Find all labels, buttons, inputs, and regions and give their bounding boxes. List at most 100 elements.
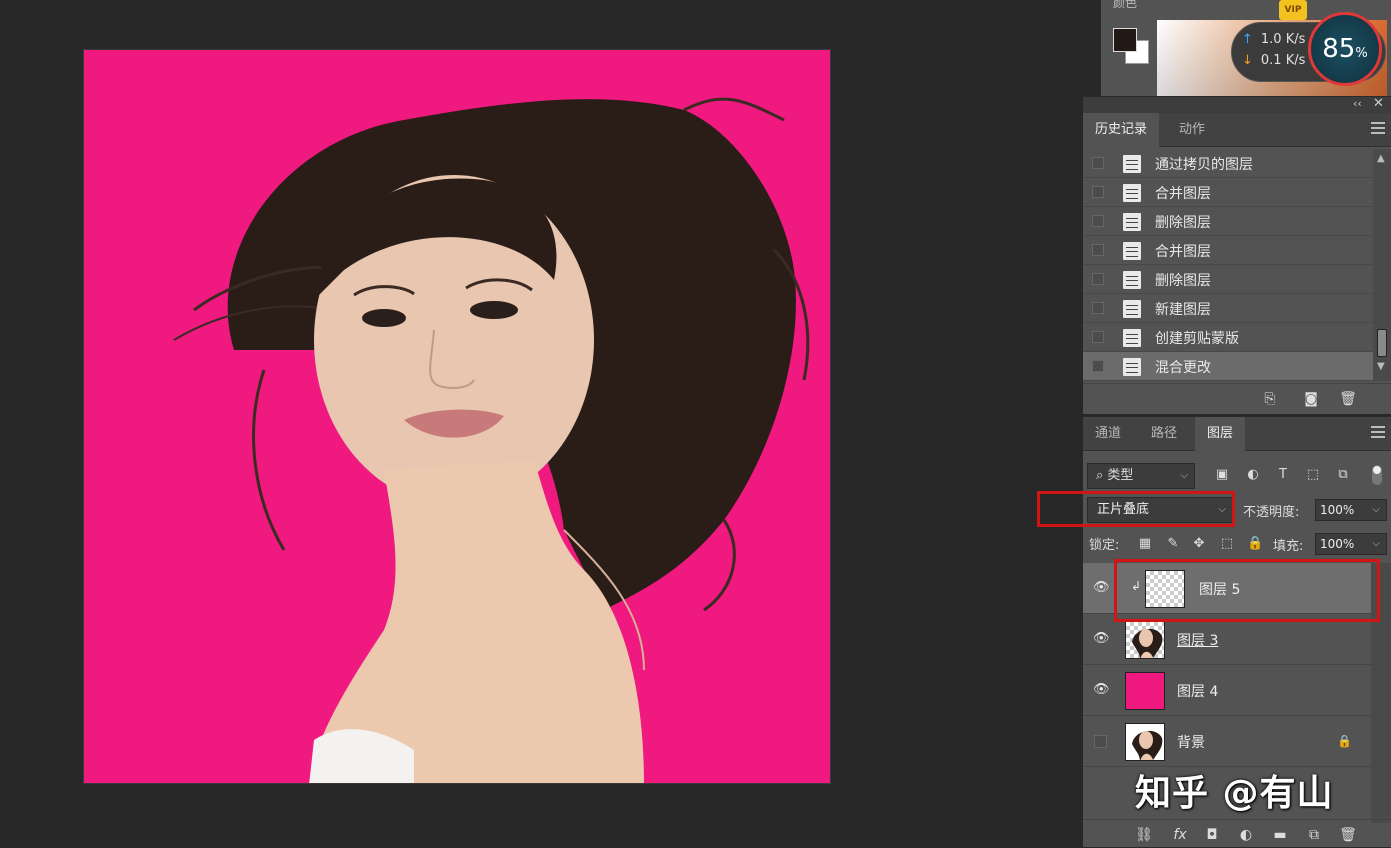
history-item-label: 新建图层 xyxy=(1155,302,1211,318)
watermark: 知乎 @有山 xyxy=(1135,773,1334,814)
adjustment-layer-icon[interactable]: ◐ xyxy=(1237,826,1255,844)
workspace xyxy=(0,0,1083,847)
document-icon xyxy=(1123,329,1141,347)
add-mask-icon[interactable]: ◘ xyxy=(1203,826,1221,844)
snapshot-checkbox[interactable] xyxy=(1092,244,1104,256)
trash-icon[interactable]: 🗑 xyxy=(1339,826,1357,844)
eye-icon[interactable]: 👁 xyxy=(1093,682,1110,698)
percent-sign: % xyxy=(1355,46,1368,61)
trash-icon[interactable]: 🗑 xyxy=(1339,390,1357,408)
collapse-icon[interactable]: ‹‹ xyxy=(1353,97,1362,110)
folder-icon[interactable]: ▬ xyxy=(1271,826,1289,844)
visibility-toggle[interactable] xyxy=(1094,735,1107,748)
download-speed: 0.1 K/s xyxy=(1260,53,1306,68)
memory-usage-circle[interactable]: 85% xyxy=(1308,12,1382,86)
new-document-from-state-icon[interactable]: ⎘ xyxy=(1261,390,1279,408)
layer-filter-select[interactable]: ⌕ 类型 ⌵ xyxy=(1087,463,1195,489)
document-canvas[interactable] xyxy=(83,49,831,784)
eye-icon[interactable]: 👁 xyxy=(1093,580,1110,596)
history-item[interactable]: 通过拷贝的图层 xyxy=(1083,149,1373,178)
layer-name[interactable]: 图层 3 xyxy=(1177,630,1218,650)
snapshot-checkbox[interactable] xyxy=(1092,302,1104,314)
tab-paths[interactable]: 路径 xyxy=(1139,417,1189,451)
color-panel-tab[interactable]: 颜色 xyxy=(1113,0,1137,11)
camera-icon[interactable]: ◙ xyxy=(1302,390,1320,408)
history-footer: ⎘ ◙ 🗑 xyxy=(1083,383,1391,415)
image-filter-icon[interactable]: ▣ xyxy=(1214,467,1230,483)
filter-toggle[interactable] xyxy=(1372,465,1382,485)
new-layer-icon[interactable]: ⧉ xyxy=(1305,826,1323,844)
adjustment-filter-icon[interactable]: ◐ xyxy=(1245,467,1261,483)
history-item[interactable]: 新建图层 xyxy=(1083,294,1373,323)
history-tabbar: 历史记录 动作 xyxy=(1083,113,1391,147)
eye-icon[interactable]: 👁 xyxy=(1093,631,1110,647)
history-item[interactable]: 合并图层 xyxy=(1083,236,1373,265)
lock-artboard-icon[interactable]: ⬚ xyxy=(1219,536,1235,552)
lock-image-pixels-icon[interactable]: ✎ xyxy=(1165,536,1181,552)
lock-transparent-pixels-icon[interactable]: ▦ xyxy=(1137,536,1153,552)
portrait-thumbnail xyxy=(1132,730,1163,760)
layer-row-background[interactable]: 背景 🔒 xyxy=(1083,716,1371,767)
fill-field[interactable]: 100% ⌵ xyxy=(1315,533,1387,555)
layer-thumbnail[interactable] xyxy=(1125,672,1165,710)
layer-thumbnail[interactable] xyxy=(1125,621,1165,659)
layer-row-4[interactable]: 👁 图层 4 xyxy=(1083,665,1371,716)
opacity-field[interactable]: 100% ⌵ xyxy=(1315,499,1387,521)
history-item[interactable]: 删除图层 xyxy=(1083,265,1373,294)
document-icon xyxy=(1123,155,1141,173)
history-item-selected[interactable]: 混合更改 xyxy=(1083,352,1373,381)
scroll-up-icon[interactable]: ▲ xyxy=(1377,153,1385,164)
upload-arrow-icon: ↑ xyxy=(1242,32,1253,47)
snapshot-checkbox[interactable] xyxy=(1092,273,1104,285)
history-item[interactable]: 合并图层 xyxy=(1083,178,1373,207)
history-item[interactable]: 创建剪贴蒙版 xyxy=(1083,323,1373,352)
history-scrollbar[interactable]: ▲ ▼ xyxy=(1373,149,1391,381)
document-icon xyxy=(1123,300,1141,318)
tab-history[interactable]: 历史记录 xyxy=(1083,113,1160,147)
scroll-down-icon[interactable]: ▼ xyxy=(1377,361,1385,372)
tab-actions[interactable]: 动作 xyxy=(1167,113,1217,147)
fill-value: 100% xyxy=(1320,537,1355,551)
chevron-down-icon: ⌵ xyxy=(1180,470,1188,481)
document-icon xyxy=(1123,213,1141,231)
snapshot-checkbox[interactable] xyxy=(1092,331,1104,343)
type-filter-icon[interactable]: T xyxy=(1275,467,1291,483)
lock-position-icon[interactable]: ✥ xyxy=(1191,536,1207,552)
portrait-thumbnail xyxy=(1132,628,1163,658)
opacity-value: 100% xyxy=(1320,503,1355,517)
document-icon xyxy=(1123,271,1141,289)
document-icon xyxy=(1123,184,1141,202)
layer5-highlight xyxy=(1114,559,1380,622)
lock-all-icon[interactable]: 🔒 xyxy=(1247,536,1263,552)
history-list: 通过拷贝的图层 合并图层 删除图层 合并图层 删除图层 新建图层 创建剪贴蒙版 … xyxy=(1083,149,1373,381)
download-arrow-icon: ↓ xyxy=(1242,53,1253,68)
lock-row: 锁定: ▦ ✎ ✥ ⬚ 🔒 填充: 100% ⌵ xyxy=(1083,529,1391,559)
panel-menu-icon[interactable] xyxy=(1371,122,1385,134)
scroll-thumb[interactable] xyxy=(1377,329,1387,357)
layer-name[interactable]: 背景 xyxy=(1177,732,1205,752)
portrait-image xyxy=(173,97,810,783)
history-item[interactable]: 删除图层 xyxy=(1083,207,1373,236)
chevron-down-icon: ⌵ xyxy=(1372,538,1380,549)
smart-object-filter-icon[interactable]: ⧉ xyxy=(1335,467,1351,483)
snapshot-checkbox[interactable] xyxy=(1092,186,1104,198)
history-item-label: 通过拷贝的图层 xyxy=(1155,157,1253,173)
snapshot-checkbox[interactable] xyxy=(1092,360,1104,372)
foreground-color-swatch[interactable] xyxy=(1113,28,1137,52)
shape-filter-icon[interactable]: ⬚ xyxy=(1305,467,1321,483)
panel-menu-icon[interactable] xyxy=(1371,426,1385,438)
fill-label: 填充: xyxy=(1273,539,1304,554)
document-icon xyxy=(1123,242,1141,260)
tab-channels[interactable]: 通道 xyxy=(1083,417,1133,451)
layer-name[interactable]: 图层 4 xyxy=(1177,681,1218,701)
fx-icon[interactable]: fx xyxy=(1171,826,1189,844)
tab-layers[interactable]: 图层 xyxy=(1195,417,1246,451)
history-item-label: 合并图层 xyxy=(1155,244,1211,260)
history-item-label: 混合更改 xyxy=(1155,360,1211,376)
snapshot-checkbox[interactable] xyxy=(1092,157,1104,169)
link-layers-icon[interactable]: ⛓ xyxy=(1135,826,1153,844)
blend-mode-highlight xyxy=(1037,491,1235,527)
layer-thumbnail[interactable] xyxy=(1125,723,1165,761)
snapshot-checkbox[interactable] xyxy=(1092,215,1104,227)
close-icon[interactable]: ✕ xyxy=(1373,96,1384,111)
